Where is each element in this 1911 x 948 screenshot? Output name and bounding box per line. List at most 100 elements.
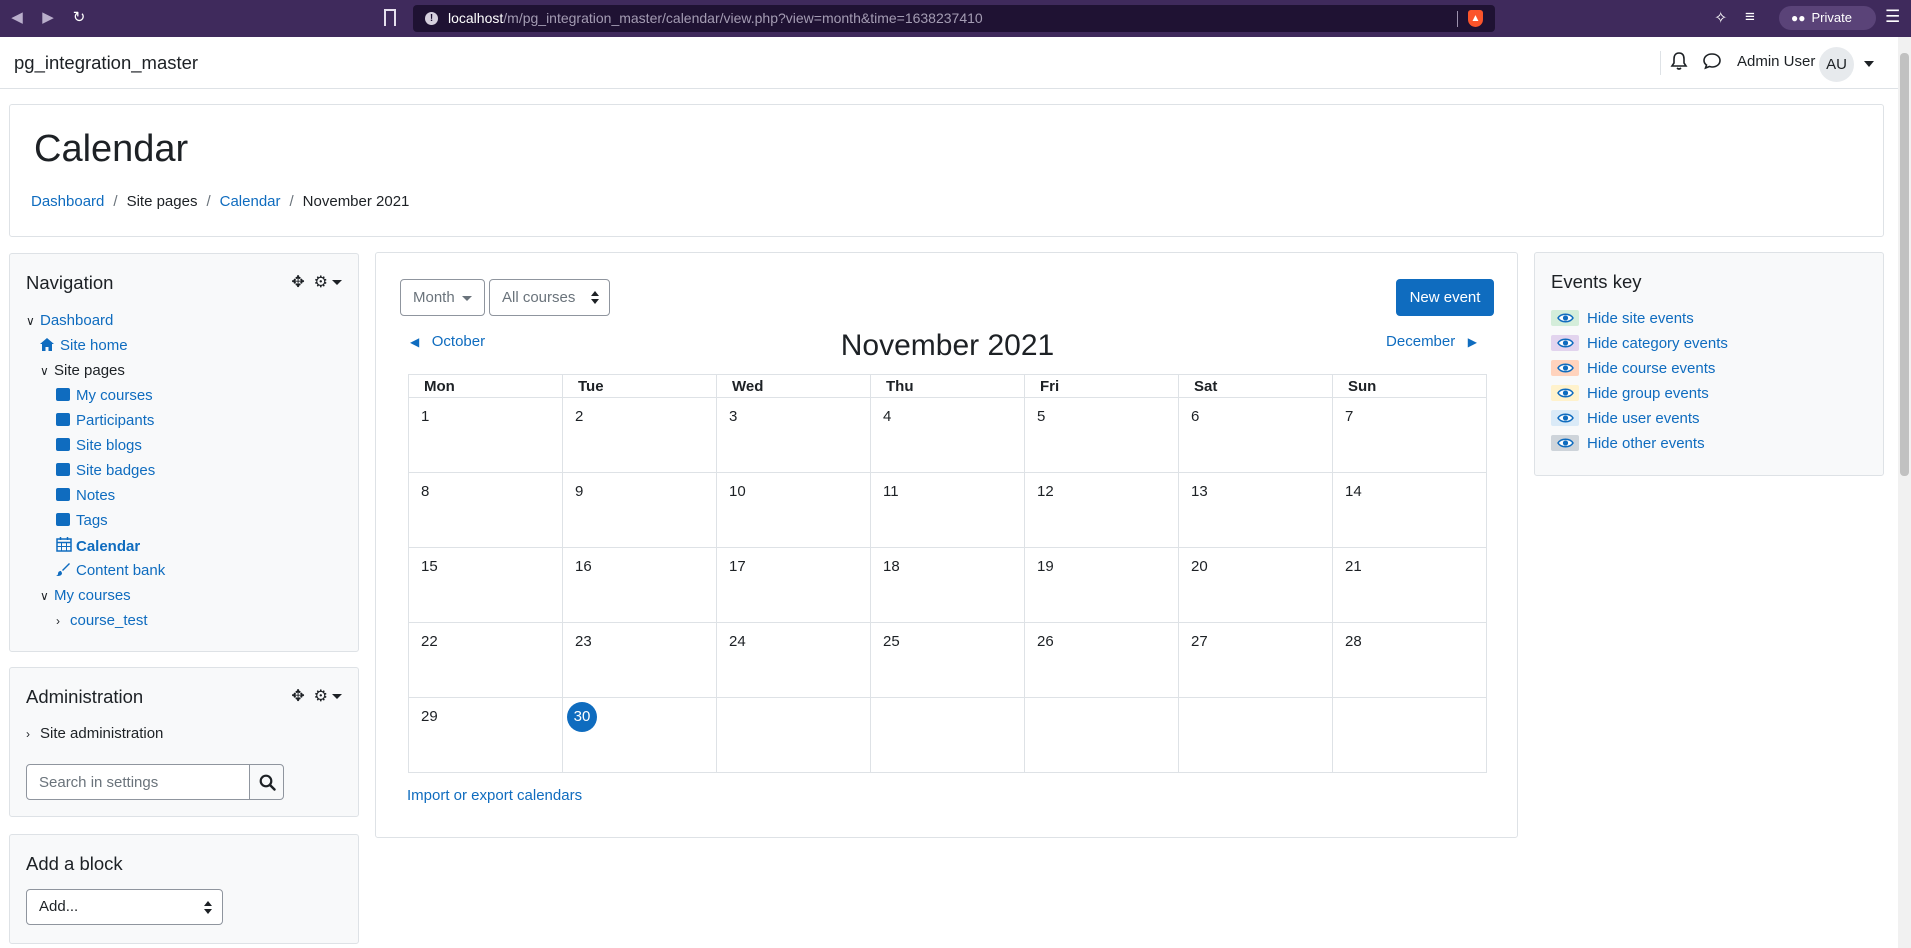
search-button[interactable]	[249, 764, 284, 800]
hide-other-events-toggle[interactable]: Hide other events	[1551, 435, 1705, 452]
sidebar-item-my-courses[interactable]: My courses	[56, 387, 153, 404]
day-cell[interactable]: 23	[562, 622, 717, 698]
sidebar-item-site-administration[interactable]: › Site administration	[26, 725, 163, 742]
day-cell[interactable]: 4	[870, 397, 1025, 473]
sidebar-item-site-home[interactable]: Site home	[40, 337, 128, 354]
day-cell[interactable]: 6	[1178, 397, 1333, 473]
sidebar-item-site-badges[interactable]: Site badges	[56, 462, 155, 479]
day-cell[interactable]: 15	[408, 547, 563, 623]
day-cell[interactable]: 13	[1178, 472, 1333, 548]
chevron-right-icon[interactable]: ›	[26, 727, 40, 741]
gear-icon[interactable]: ⚙	[314, 688, 328, 705]
sidebar-item-course-test[interactable]: › course_test	[56, 612, 148, 629]
hide-group-events-toggle[interactable]: Hide group events	[1551, 385, 1709, 402]
site-info-icon[interactable]: !	[425, 12, 438, 25]
move-icon[interactable]: ✥	[291, 274, 304, 291]
week-row: 29 30	[408, 697, 1487, 773]
sidebar-item-participants[interactable]: Participants	[56, 412, 154, 429]
block-menu-caret-icon[interactable]	[332, 280, 342, 286]
user-menu-caret-icon[interactable]	[1864, 61, 1874, 67]
day-cell[interactable]: 10	[716, 472, 871, 548]
day-cell[interactable]: 7	[1332, 397, 1487, 473]
day-cell[interactable]: 25	[870, 622, 1025, 698]
chevron-down-icon[interactable]: ∨	[40, 364, 54, 378]
sidebar-item-dashboard[interactable]: ∨ Dashboard	[26, 312, 113, 329]
chevron-down-icon[interactable]: ∨	[26, 314, 40, 328]
course-select[interactable]: All courses	[489, 279, 610, 316]
weekday-header: Tue	[562, 374, 717, 398]
calendar-icon	[56, 537, 72, 552]
sidebar-item-my-courses-section[interactable]: ∨ My courses	[40, 587, 131, 604]
forward-icon[interactable]: ▶	[38, 8, 58, 28]
chevron-right-icon[interactable]: ›	[56, 614, 70, 628]
scrollbar-thumb[interactable]	[1900, 53, 1909, 476]
sidebar-item-site-pages[interactable]: ∨ Site pages	[40, 362, 125, 379]
notifications-bell-icon[interactable]	[1670, 51, 1688, 76]
hide-user-events-toggle[interactable]: Hide user events	[1551, 410, 1700, 427]
sidebar-item-tags[interactable]: Tags	[56, 512, 108, 529]
day-cell[interactable]: 22	[408, 622, 563, 698]
hide-category-events-toggle[interactable]: Hide category events	[1551, 335, 1728, 352]
day-cell[interactable]: 21	[1332, 547, 1487, 623]
private-window-button[interactable]: ●● Private	[1779, 6, 1876, 30]
sidebar-item-content-bank[interactable]: Content bank	[56, 562, 165, 579]
day-cell[interactable]: 2	[562, 397, 717, 473]
site-navbar: pg_integration_master Admin User AU	[0, 37, 1898, 89]
day-cell[interactable]: 16	[562, 547, 717, 623]
day-cell[interactable]: 28	[1332, 622, 1487, 698]
month-title: November 2021	[840, 329, 1055, 362]
view-select[interactable]: Month	[400, 279, 485, 316]
eye-icon	[1557, 313, 1574, 323]
site-name[interactable]: pg_integration_master	[14, 52, 198, 74]
day-cell[interactable]: 26	[1024, 622, 1179, 698]
breadcrumb-dashboard[interactable]: Dashboard	[31, 193, 104, 210]
day-cell[interactable]: 19	[1024, 547, 1179, 623]
reload-icon[interactable]: ↻	[69, 8, 89, 28]
hide-course-events-toggle[interactable]: Hide course events	[1551, 360, 1715, 377]
import-export-link[interactable]: Import or export calendars	[407, 787, 582, 804]
day-cell[interactable]: 20	[1178, 547, 1333, 623]
day-cell[interactable]: 24	[716, 622, 871, 698]
new-event-button[interactable]: New event	[1396, 279, 1494, 316]
browser-menu-icon[interactable]: ☰	[1885, 7, 1900, 27]
page-scrollbar[interactable]	[1898, 37, 1911, 948]
sidebar-item-site-blogs[interactable]: Site blogs	[56, 437, 142, 454]
day-cell[interactable]: 29	[408, 697, 563, 773]
day-cell-today[interactable]: 30	[562, 697, 717, 773]
back-icon[interactable]: ◀	[7, 8, 27, 28]
sidebar-item-notes[interactable]: Notes	[56, 487, 115, 504]
address-bar[interactable]: ! localhost/m/pg_integration_master/cale…	[413, 5, 1495, 32]
hide-site-events-toggle[interactable]: Hide site events	[1551, 310, 1694, 327]
sidebar-item-calendar[interactable]: Calendar	[56, 537, 140, 555]
day-cell[interactable]: 18	[870, 547, 1025, 623]
day-cell[interactable]: 5	[1024, 397, 1179, 473]
chevron-down-icon[interactable]: ∨	[40, 589, 54, 603]
day-cell[interactable]: 27	[1178, 622, 1333, 698]
media-playlist-icon[interactable]: ≡	[1745, 7, 1755, 27]
day-cell[interactable]: 11	[870, 472, 1025, 548]
search-input[interactable]	[26, 764, 250, 800]
move-icon[interactable]: ✥	[291, 688, 304, 705]
day-cell[interactable]: 14	[1332, 472, 1487, 548]
messages-icon[interactable]	[1702, 51, 1722, 76]
day-cell[interactable]: 9	[562, 472, 717, 548]
day-cell[interactable]: 3	[716, 397, 871, 473]
brave-shields-icon[interactable]: ▲	[1468, 10, 1483, 27]
square-icon	[56, 488, 70, 501]
extensions-icon[interactable]: ✧	[1714, 8, 1727, 28]
block-controls: ✥ ⚙	[291, 686, 342, 706]
add-block-select[interactable]: Add...	[26, 889, 223, 925]
breadcrumb-calendar[interactable]: Calendar	[220, 193, 281, 210]
url-text[interactable]: localhost/m/pg_integration_master/calend…	[448, 10, 983, 26]
day-cell[interactable]: 12	[1024, 472, 1179, 548]
next-month-link[interactable]: December ▶	[1386, 333, 1477, 350]
day-cell[interactable]: 8	[408, 472, 563, 548]
events-key-title: Events key	[1551, 271, 1642, 292]
day-cell[interactable]: 1	[408, 397, 563, 473]
gear-icon[interactable]: ⚙	[314, 274, 328, 291]
bookmark-icon[interactable]	[384, 9, 396, 26]
user-name[interactable]: Admin User	[1737, 53, 1815, 70]
day-cell[interactable]: 17	[716, 547, 871, 623]
block-menu-caret-icon[interactable]	[332, 694, 342, 700]
avatar[interactable]: AU	[1819, 47, 1854, 82]
